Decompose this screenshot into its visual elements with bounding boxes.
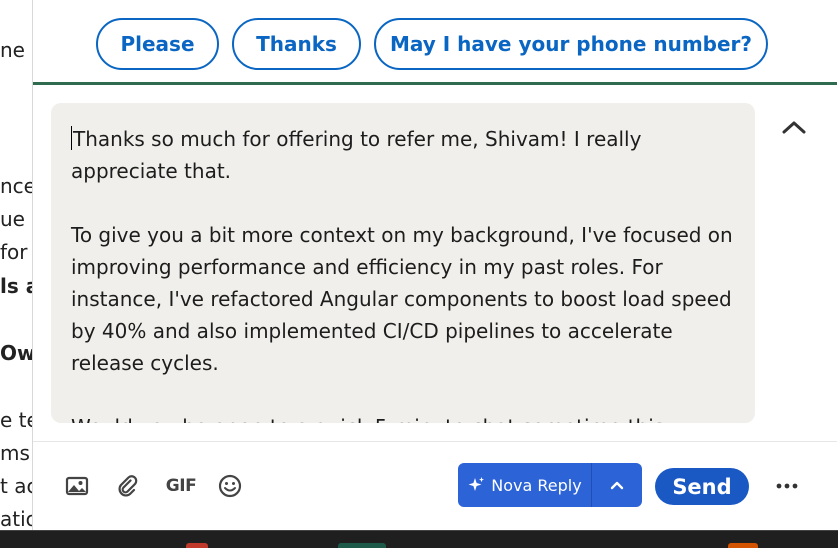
background-page-text: ne nce ue p for ls a Owr e tec ms t ac a…	[0, 0, 32, 530]
attach-image-button[interactable]	[63, 472, 91, 500]
suggestion-please-button[interactable]: Please	[96, 18, 219, 70]
attachment-icon	[118, 475, 138, 497]
background-line: atio	[0, 507, 32, 530]
more-icon	[776, 483, 798, 489]
taskbar-app-indicator	[186, 543, 208, 548]
text-cursor	[71, 126, 72, 150]
compose-toolbar: GIF Nova Reply Send	[33, 441, 837, 530]
background-line: ms	[0, 441, 30, 465]
nova-reply-label: Nova Reply	[491, 475, 582, 495]
compose-area: Thanks so much for offering to refer me,…	[33, 85, 837, 441]
send-button[interactable]: Send	[655, 468, 749, 505]
collapse-compose-button[interactable]	[777, 113, 811, 141]
background-line: ls a	[0, 274, 32, 298]
message-panel: Please Thanks May I have your phone numb…	[32, 0, 837, 530]
taskbar	[0, 530, 838, 548]
gif-icon: GIF	[165, 476, 197, 496]
taskbar-app-indicator	[338, 543, 386, 548]
nova-reply-button[interactable]: Nova Reply	[458, 463, 591, 507]
message-input[interactable]: Thanks so much for offering to refer me,…	[51, 103, 755, 423]
gif-button[interactable]: GIF	[164, 472, 198, 500]
message-paragraph: Would you be open to a quick 5-minute ch…	[71, 411, 733, 423]
taskbar-app-indicator	[728, 543, 758, 548]
background-line: Owr	[0, 341, 32, 365]
emoji-button[interactable]	[216, 472, 244, 500]
chevron-up-icon	[610, 481, 624, 490]
nova-options-button[interactable]	[592, 463, 642, 507]
sparkle-icon	[468, 477, 485, 491]
page: ne nce ue p for ls a Owr e tec ms t ac a…	[0, 0, 838, 548]
more-options-button[interactable]	[773, 472, 801, 500]
background-line: e tec	[0, 408, 32, 432]
background-line: ne	[0, 38, 25, 62]
suggestion-phone-number-button[interactable]: May I have your phone number?	[374, 18, 768, 70]
background-line: nce	[0, 174, 32, 198]
message-paragraph-text: Thanks so much for offering to refer me,…	[71, 127, 642, 183]
suggestion-thanks-button[interactable]: Thanks	[232, 18, 361, 70]
suggested-replies: Please Thanks May I have your phone numb…	[33, 0, 837, 85]
background-line: ue p	[0, 207, 32, 231]
attach-file-button[interactable]	[114, 472, 142, 500]
chevron-up-icon	[782, 121, 806, 134]
nova-reply-group: Nova Reply	[458, 463, 642, 507]
background-line: for	[0, 240, 28, 264]
emoji-icon	[218, 474, 242, 498]
background-line: t ac	[0, 474, 32, 498]
message-paragraph: To give you a bit more context on my bac…	[71, 223, 733, 375]
image-icon	[65, 476, 89, 496]
message-paragraph: Thanks so much for offering to refer me,…	[71, 123, 733, 187]
